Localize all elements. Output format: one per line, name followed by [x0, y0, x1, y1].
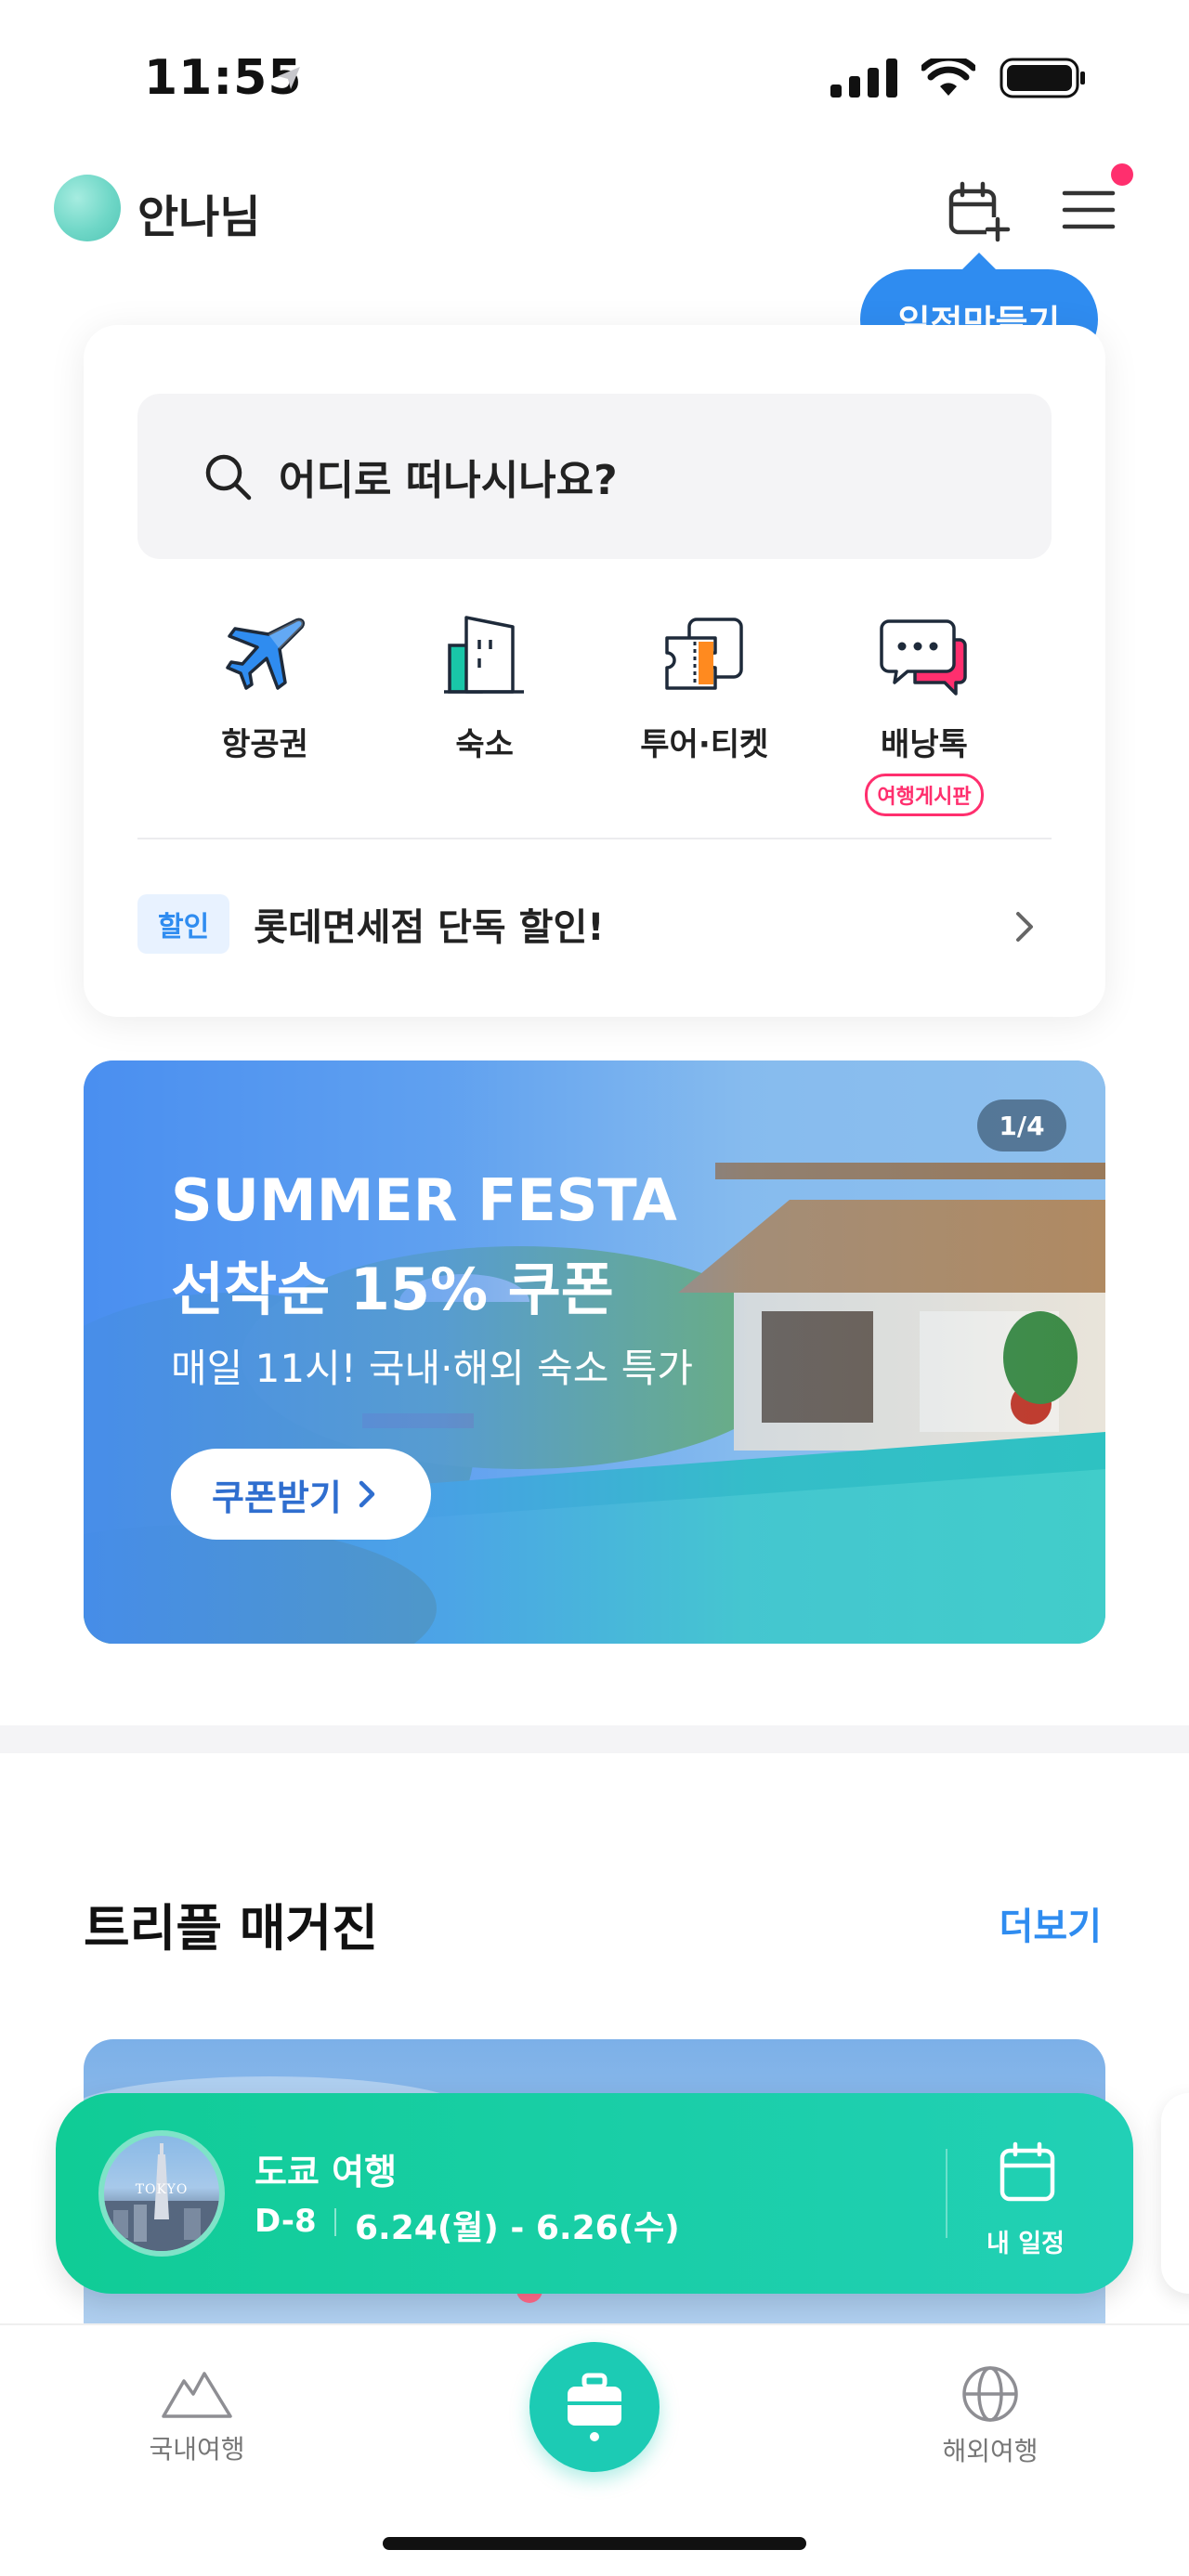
magazine-section-title: 트리플 매거진: [84, 1899, 378, 1958]
main-card: 어디로 떠나시나요? 항공권 숙소 투어·티켓 배낭톡 여행게시판 할인 롯데면…: [84, 325, 1105, 1017]
get-coupon-button[interactable]: 쿠폰받기: [171, 1449, 431, 1540]
user-name[interactable]: 안나님: [137, 180, 260, 245]
search-input[interactable]: 어디로 떠나시나요?: [137, 394, 1052, 559]
vertical-divider: [946, 2149, 947, 2238]
my-trips-button[interactable]: [529, 2342, 660, 2472]
ticket-icon: [665, 618, 744, 690]
avatar[interactable]: [54, 175, 121, 241]
status-bar: 11:55: [0, 0, 1189, 158]
chevron-right-icon: [1016, 912, 1033, 942]
banner-headline: 선착순 15% 쿠폰: [171, 1255, 614, 1323]
more-link[interactable]: 더보기: [1000, 1896, 1102, 1950]
category-label: 숙소: [455, 726, 514, 763]
suitcase-icon: [568, 2373, 621, 2441]
search-icon: [205, 454, 252, 501]
tab-domestic[interactable]: 국내여행: [104, 2364, 290, 2466]
card-divider: [137, 838, 1052, 839]
trip-name: 도쿄 여행: [255, 2152, 398, 2192]
category-row: 항공권 숙소 투어·티켓 배낭톡 여행게시판: [137, 604, 1052, 816]
promo-row[interactable]: 할인 롯데면세점 단독 할인!: [137, 891, 1052, 956]
calendar-add-icon[interactable]: [946, 178, 1011, 243]
my-schedule-label[interactable]: 내 일정: [962, 2223, 1089, 2259]
next-trip-card-edge[interactable]: [1161, 2093, 1189, 2294]
banner-title: SUMMER FESTA: [171, 1166, 677, 1234]
header: 안나님: [0, 167, 1189, 251]
globe-icon: [962, 2366, 1018, 2422]
category-stay[interactable]: 숙소: [406, 604, 564, 816]
airplane-icon: [226, 618, 306, 690]
chat-icon: [880, 619, 967, 696]
category-label: 배낭톡: [881, 726, 968, 763]
category-label: 투어·티켓: [640, 726, 769, 763]
notification-dot: [1111, 163, 1133, 186]
category-label: 항공권: [221, 726, 308, 763]
calendar-icon[interactable]: [1000, 2141, 1055, 2203]
tab-label: 국내여행: [149, 2434, 245, 2465]
tab-overseas[interactable]: 해외여행: [897, 2364, 1083, 2468]
banner-page-counter: 1/4: [977, 1099, 1066, 1151]
category-tour-ticket[interactable]: 투어·티켓: [625, 604, 783, 816]
trip-thumbnail: TOKYO: [98, 2130, 225, 2257]
discount-badge: 할인: [137, 894, 230, 954]
section-divider: [0, 1725, 1189, 1753]
trip-dday: D-8: [255, 2203, 317, 2240]
signal-icon: [830, 59, 897, 98]
banner-subtitle: 매일 11시! 국내·해외 숙소 특가: [171, 1346, 694, 1391]
separator: [334, 2208, 336, 2236]
promo-text: 롯데면세점 단독 할인!: [254, 906, 605, 949]
promo-banner[interactable]: 1/4 SUMMER FESTA 선착순 15% 쿠폰 매일 11시! 국내·해…: [84, 1060, 1105, 1644]
mountain-icon: [162, 2372, 232, 2418]
location-arrow-icon: [278, 67, 300, 89]
wifi-icon: [921, 59, 975, 96]
coupon-button-label: 쿠폰받기: [212, 1477, 342, 1518]
category-backpack-talk[interactable]: 배낭톡 여행게시판: [845, 604, 1003, 816]
search-placeholder: 어디로 떠나시나요?: [279, 457, 618, 504]
chevron-right-icon: [359, 1480, 375, 1508]
thumbnail-label: TOKYO: [135, 2182, 189, 2197]
trip-dates: 6.24(월) - 6.26(수): [355, 2209, 680, 2247]
category-flight[interactable]: 항공권: [186, 604, 344, 816]
travel-board-badge: 여행게시판: [865, 774, 984, 816]
menu-icon[interactable]: [1059, 182, 1118, 238]
building-icon: [443, 616, 524, 694]
tab-label: 해외여행: [942, 2436, 1039, 2466]
upcoming-trip-bar[interactable]: TOKYO 도쿄 여행 D-8 6.24(월) - 6.26(수) 내 일정: [56, 2093, 1133, 2294]
battery-icon: [1000, 58, 1085, 98]
status-icons: [830, 58, 1087, 98]
home-indicator: [383, 2537, 806, 2550]
